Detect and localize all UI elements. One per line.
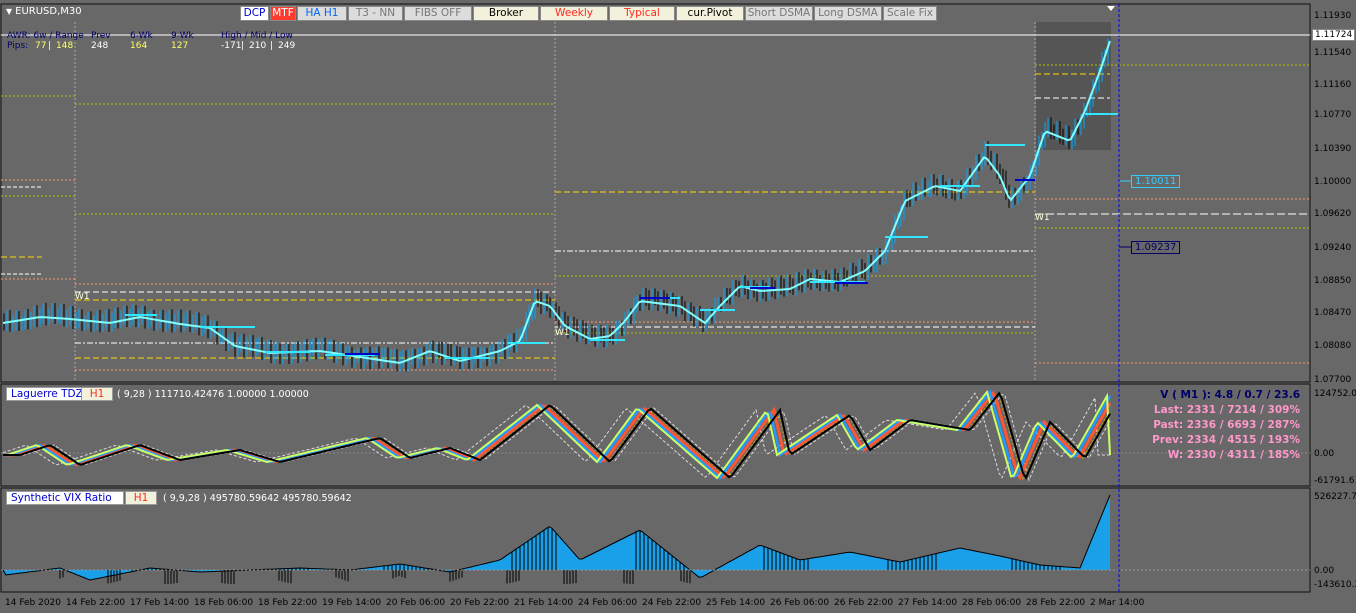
time-tick: 14 Feb 22:00 [66,598,126,608]
ninewk-label: 9-Wk [171,31,194,41]
range-value: 148 [56,41,74,51]
price-tick: 1.10000 [1314,177,1352,187]
laguerre-name-label[interactable]: Laguerre TDZ [6,387,88,401]
pips-label: Pips: [7,41,29,51]
long-dsma-button[interactable]: Long DSMA [814,6,882,21]
stat-volume: V ( M1 ): 4.8 / 0.7 / 23.6 [1160,389,1300,401]
chart-canvas[interactable] [0,0,1356,613]
laguerre-axis-bottom: -61791.61 [1314,476,1356,486]
fibs-off-button[interactable]: FIBS OFF [404,6,472,21]
mid-value: 210 [249,41,267,51]
vix-tf-button[interactable]: H1 [125,491,157,505]
price-tick: 1.10770 [1314,110,1352,120]
awr-label: AWR: 6w / Range [7,31,84,41]
time-tick: 28 Feb 06:00 [962,598,1022,608]
symbol-title: ▼ EURUSD,M30 [6,6,82,17]
prev-label: Prev [91,31,111,41]
week-marker: W1 [75,292,90,302]
time-tick: 26 Feb 06:00 [770,598,830,608]
price-tick: 1.11160 [1314,80,1352,90]
ninewk-value: 127 [171,41,189,51]
broker-button[interactable]: Broker [473,6,539,21]
laguerre-params: ( 9,28 ) 111710.42476 1.00000 1.00000 [117,389,309,400]
sixwk-label: 6-Wk [130,31,153,41]
price-tick: 1.11540 [1314,48,1352,58]
time-tick: 25 Feb 14:00 [706,598,766,608]
ha-h1-button[interactable]: HA H1 [297,6,347,21]
stat-week: W: 2330 / 4311 / 185% [1167,449,1300,461]
vix-axis-mid: 0.00 [1314,566,1335,576]
triangle-down-icon: ▼ [6,7,13,16]
scale-fix-button[interactable]: Scale Fix [883,6,937,21]
laguerre-axis-top: 124752.00 [1314,389,1356,399]
weekly-button[interactable]: Weekly [540,6,608,21]
range-separator: | [48,41,52,51]
t3-nn-button[interactable]: T3 - NN [348,6,403,21]
time-tick: 18 Feb 06:00 [194,598,254,608]
laguerre-axis-mid: 0.00 [1314,449,1335,459]
time-tick: 20 Feb 06:00 [386,598,446,608]
price-tick: 1.11930 [1314,11,1352,21]
time-tick: 20 Feb 22:00 [450,598,510,608]
vix-name-label[interactable]: Synthetic VIX Ratio [6,491,124,505]
mtf-button[interactable]: MTF [270,6,296,21]
hml-separator-1: | [241,41,245,51]
laguerre-tf-button[interactable]: H1 [81,387,113,401]
dcp-button[interactable]: DCP [240,6,269,21]
range-box [1036,22,1111,150]
week-marker: W1 [555,328,570,338]
price-tick: 1.08850 [1314,276,1352,286]
hml-label: High / Mid / Low [221,31,293,41]
lower-level-box: 1.09237 [1131,241,1181,254]
sixwk-value: 164 [130,41,148,51]
prev-value: 248 [91,41,109,51]
vix-axis-bottom: -143610.2 [1314,580,1356,590]
week-marker: W1 [1035,213,1050,223]
cur-pivot-button[interactable]: cur.Pivot [676,6,744,21]
price-tick: 1.08080 [1314,341,1352,351]
time-tick: 21 Feb 14:00 [514,598,574,608]
stat-prev: Prev: 2334 / 4515 / 193% [1152,434,1300,446]
time-tick: 19 Feb 14:00 [322,598,382,608]
time-tick: 27 Feb 14:00 [898,598,958,608]
awr-value: 77 [35,41,47,51]
price-tick: 1.09620 [1314,209,1352,219]
typical-button[interactable]: Typical [609,6,675,21]
time-tick: 17 Feb 14:00 [130,598,190,608]
time-tick: 18 Feb 22:00 [258,598,318,608]
upper-level-box: 1.10011 [1131,175,1181,188]
current-price-tag: 1.11724 [1312,29,1356,41]
short-dsma-button[interactable]: Short DSMA [745,6,813,21]
price-tick: 1.09240 [1314,243,1352,253]
low-value: 249 [278,41,296,51]
stat-past: Past: 2336 / 6693 / 287% [1153,419,1300,431]
vix-params: ( 9,9,28 ) 495780.59642 495780.59642 [163,493,352,504]
vix-axis-top: 526227.77 [1314,492,1356,502]
price-tick: 1.07700 [1314,375,1352,385]
time-tick: 2 Mar 14:00 [1090,598,1145,608]
time-tick: 26 Feb 22:00 [834,598,894,608]
price-tick: 1.08470 [1314,308,1352,318]
time-tick: 14 Feb 2020 [5,598,62,608]
hml-separator-2: | [270,41,274,51]
time-tick: 28 Feb 22:00 [1026,598,1086,608]
time-tick: 24 Feb 22:00 [642,598,702,608]
stat-last: Last: 2331 / 7214 / 309% [1153,404,1300,416]
high-value: -171 [221,41,242,51]
price-tick: 1.10390 [1314,144,1352,154]
time-tick: 24 Feb 06:00 [578,598,638,608]
